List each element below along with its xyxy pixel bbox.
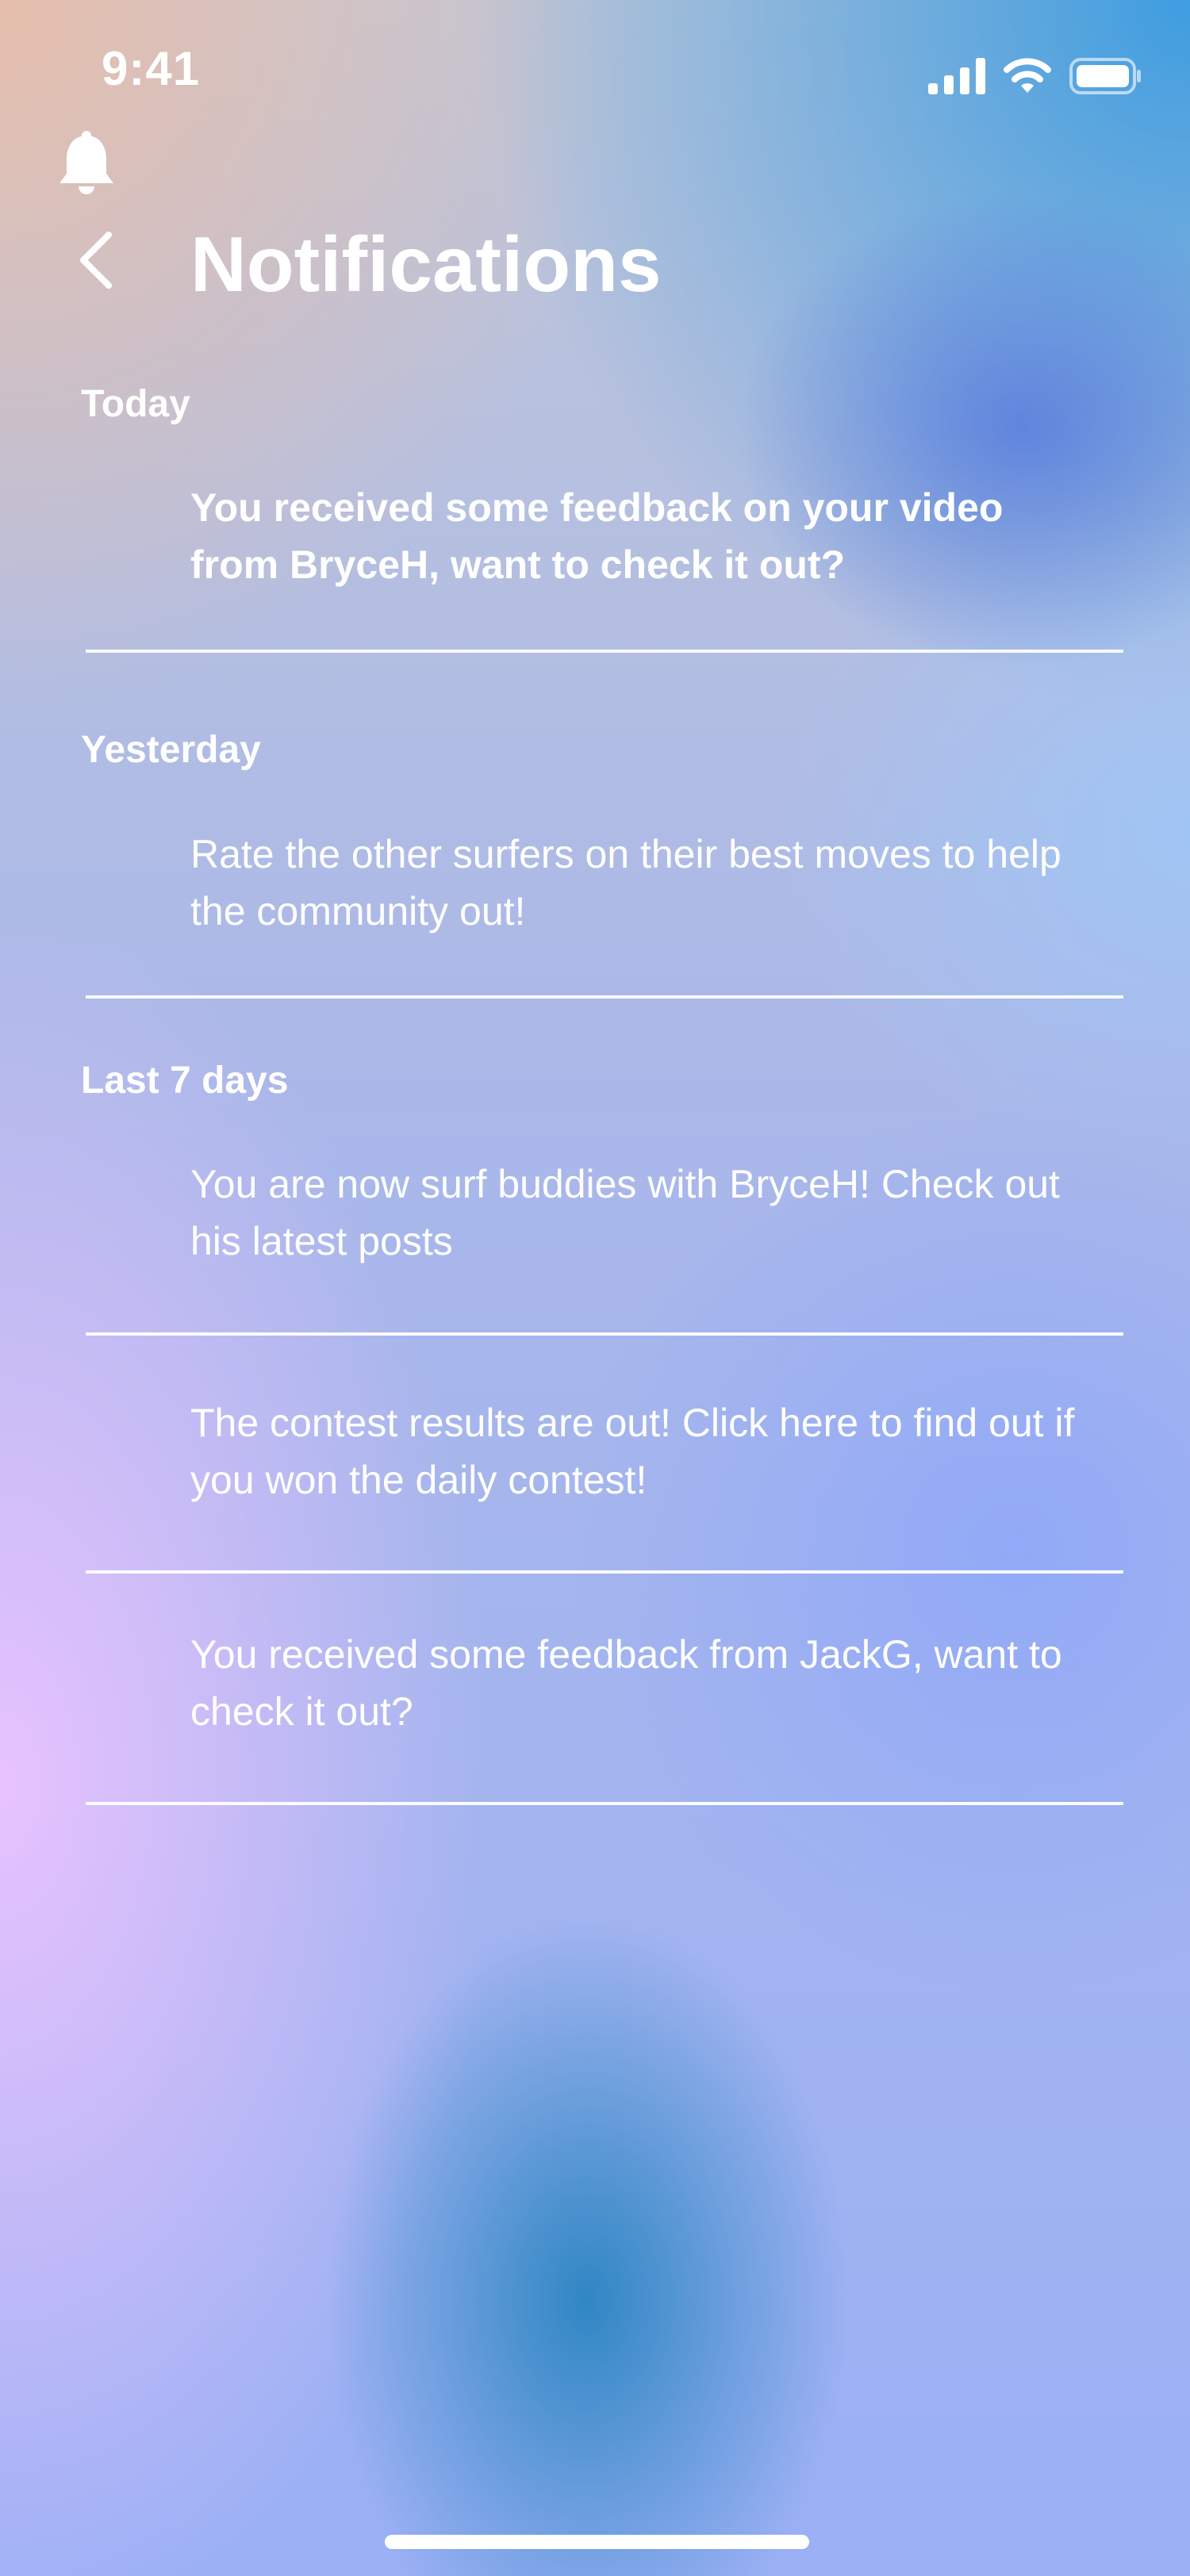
battery-icon — [1069, 58, 1142, 94]
chevron-left-icon — [75, 230, 115, 294]
notification-item[interactable]: You are now surf buddies with BryceH! Ch… — [190, 1156, 1095, 1270]
notification-item[interactable]: The contest results are out! Click here … — [190, 1394, 1095, 1508]
divider — [86, 1802, 1123, 1805]
page-title: Notifications — [190, 220, 662, 308]
section-header-last-7-days: Last 7 days — [81, 1060, 289, 1102]
notification-item[interactable]: You received some feedback from JackG, w… — [190, 1626, 1095, 1740]
section-header-yesterday: Yesterday — [81, 729, 261, 771]
divider — [86, 1570, 1123, 1574]
divider — [86, 650, 1123, 653]
notification-item[interactable]: You received some feedback on your video… — [190, 479, 1095, 593]
notification-item[interactable]: Rate the other surfers on their best mov… — [190, 826, 1095, 940]
home-indicator[interactable] — [385, 2535, 809, 2549]
back-button[interactable] — [63, 226, 127, 297]
divider — [86, 1332, 1123, 1336]
status-bar: 9:41 — [0, 0, 1190, 143]
section-header-today: Today — [81, 383, 190, 425]
cellular-signal-icon — [928, 58, 985, 94]
status-time: 9:41 — [102, 42, 201, 95]
bell-icon — [57, 131, 116, 196]
wifi-icon — [1003, 58, 1052, 94]
status-icons — [928, 52, 1142, 100]
divider — [86, 995, 1123, 999]
